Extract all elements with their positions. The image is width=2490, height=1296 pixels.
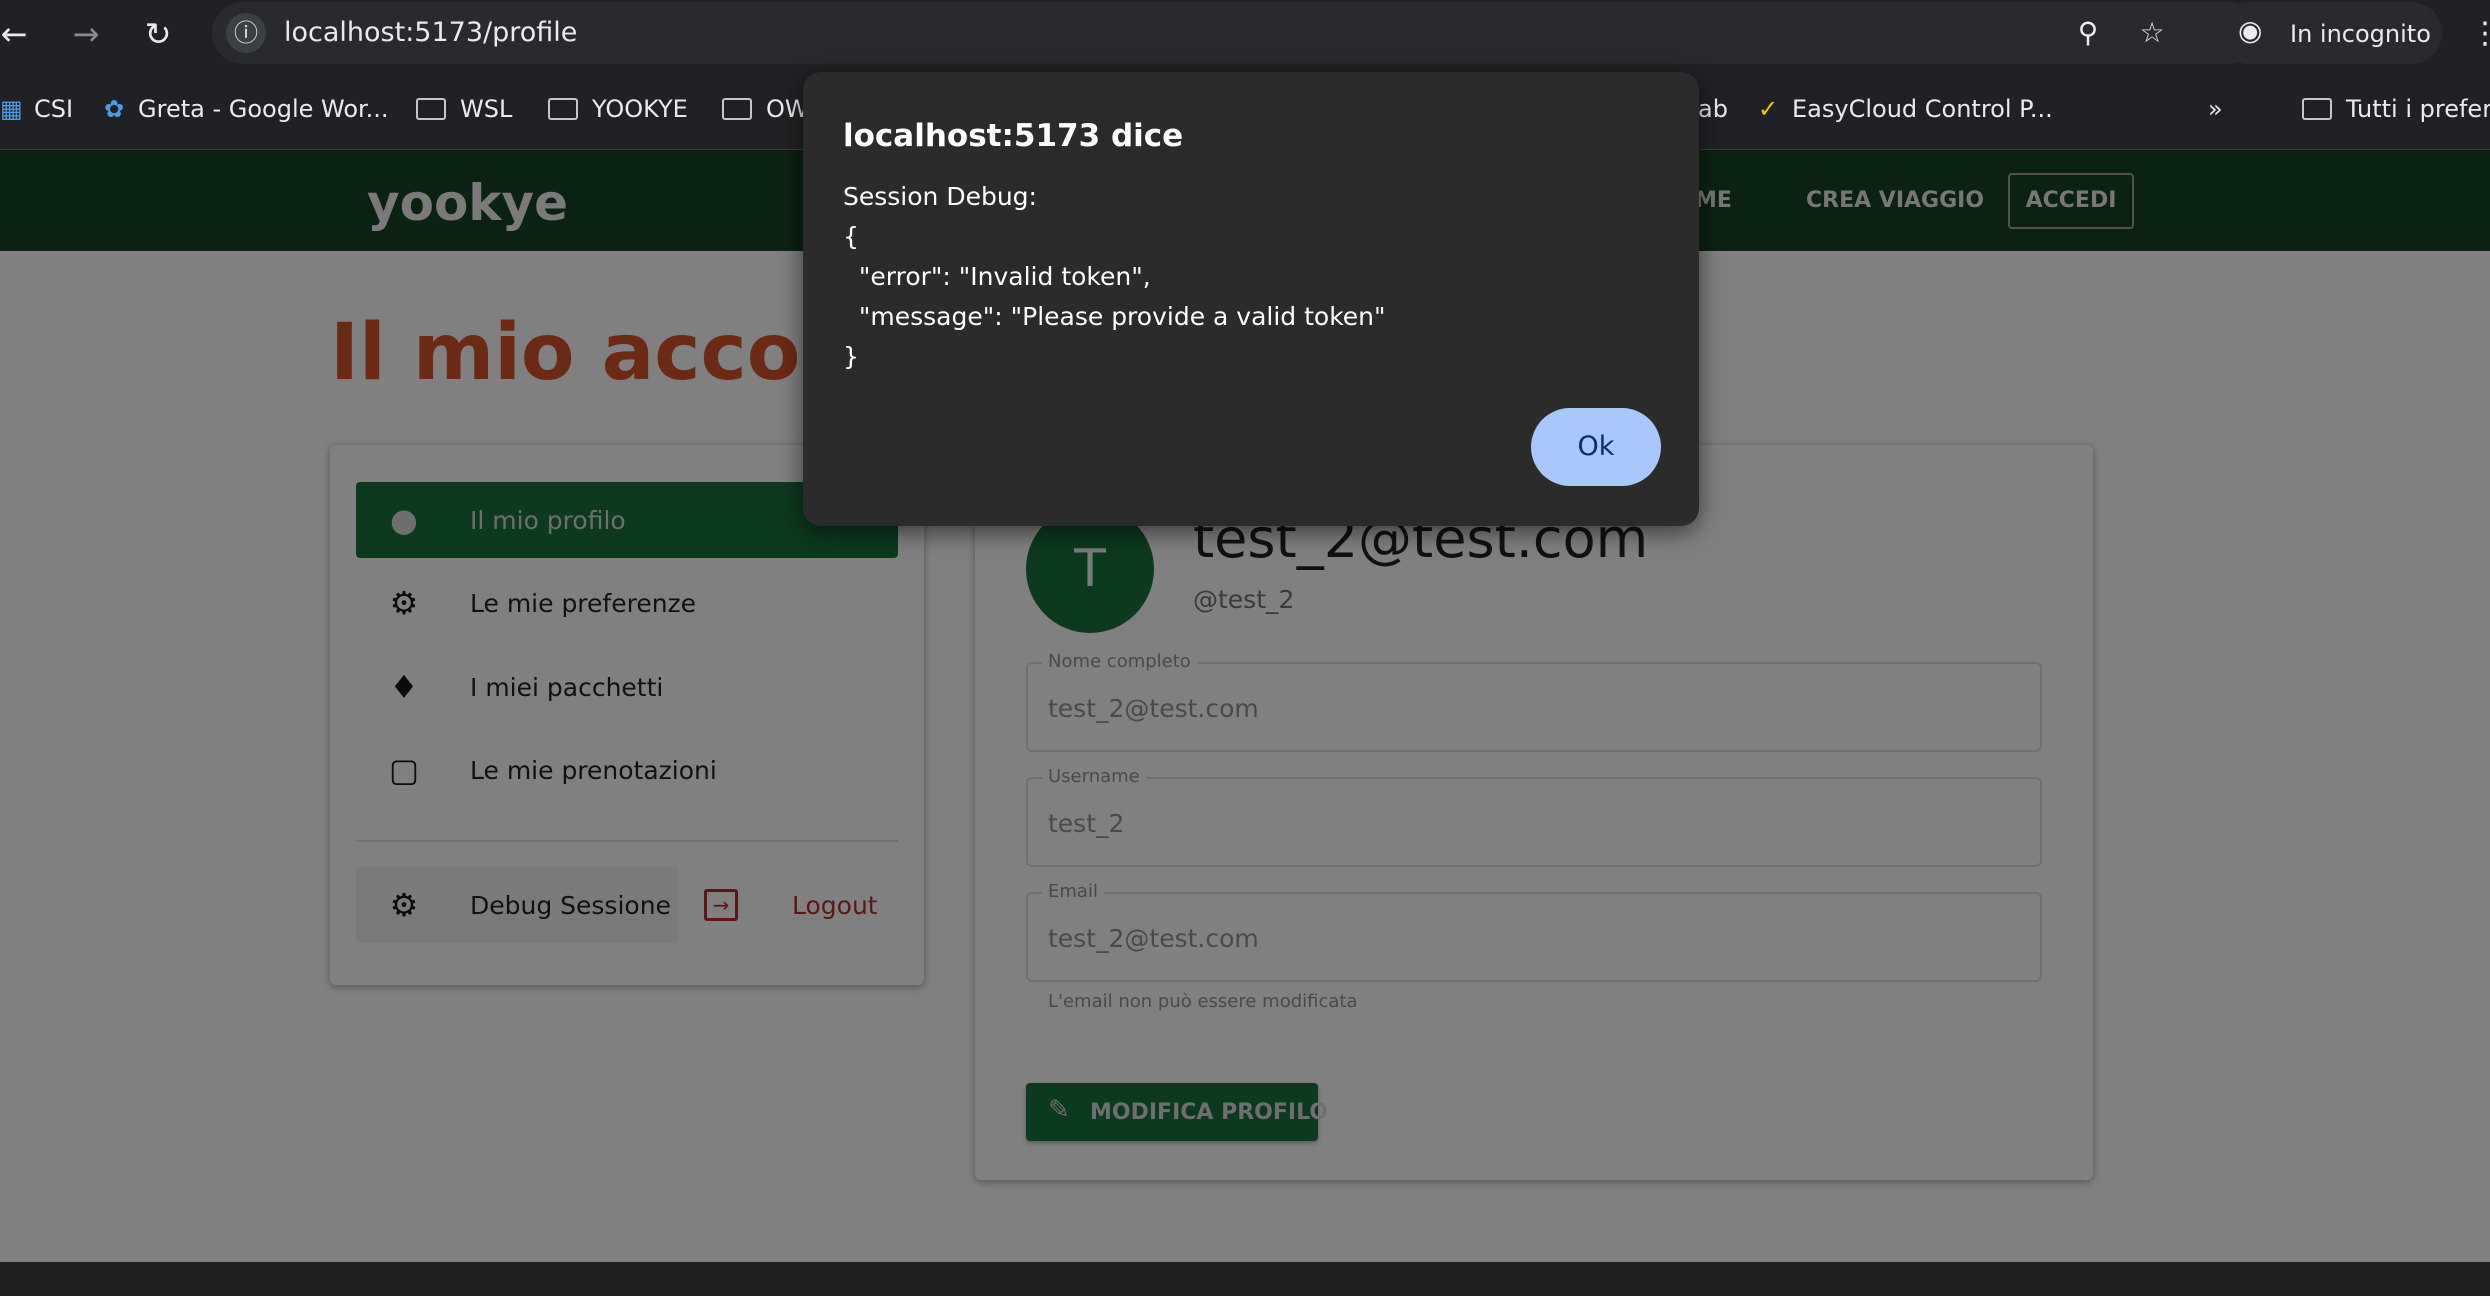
folder-icon bbox=[2302, 98, 2332, 120]
logout-icon[interactable]: → bbox=[704, 889, 738, 921]
login-button[interactable]: ACCEDI bbox=[2008, 173, 2134, 229]
bookmark-lab[interactable]: ab bbox=[1698, 90, 1728, 128]
profile-card: T test_2@test.com @test_2 Nome completo … bbox=[975, 445, 2093, 1180]
easycloud-icon: ✓ bbox=[1758, 95, 1779, 123]
csi-icon: ▦ bbox=[0, 95, 23, 123]
dialog-message-line: Session Debug: bbox=[843, 182, 1037, 211]
dialog-message-line: { bbox=[843, 222, 859, 251]
logout-button[interactable]: Logout bbox=[792, 891, 878, 920]
browser-menu-icon[interactable]: ⋮ bbox=[2470, 10, 2490, 58]
alert-dialog: localhost:5173 dice Session Debug: { "er… bbox=[803, 72, 1699, 526]
forward-icon[interactable]: → bbox=[62, 10, 110, 58]
zoom-icon[interactable]: ⚲ bbox=[2068, 13, 2108, 53]
sidebar-item-label: Il mio profilo bbox=[470, 506, 626, 535]
dialog-title: localhost:5173 dice bbox=[843, 118, 1184, 154]
email-helper-text: L'email non può essere modificata bbox=[1048, 991, 1358, 1012]
folder-icon bbox=[416, 98, 446, 120]
incognito-label: In incognito bbox=[2290, 20, 2431, 48]
full-name-label: Nome completo bbox=[1042, 651, 1197, 672]
page-footer bbox=[0, 1262, 2490, 1296]
bookmark-folder-yookye[interactable]: YOOKYE bbox=[548, 90, 688, 128]
nav-create-trip-link[interactable]: CREA VIAGGIO bbox=[1806, 188, 1984, 213]
tag-icon: ♦ bbox=[389, 668, 419, 706]
bookmark-csi[interactable]: ▦ CSI bbox=[0, 90, 73, 128]
nav-home-link[interactable]: ME bbox=[1695, 188, 1732, 213]
sidebar-item-label: Le mie preferenze bbox=[470, 589, 697, 618]
url-text[interactable]: localhost:5173/profile bbox=[284, 17, 577, 48]
back-icon[interactable]: ← bbox=[0, 10, 38, 58]
dialog-message-line: "message": "Please provide a valid token… bbox=[843, 302, 1386, 331]
address-bar[interactable]: ⓘ localhost:5173/profile ⚲ ☆ bbox=[212, 2, 2260, 64]
edit-profile-button[interactable]: ✎ MODIFICA PROFILO bbox=[1026, 1083, 1328, 1141]
star-icon[interactable]: ☆ bbox=[2132, 13, 2172, 53]
site-info-icon[interactable]: ⓘ bbox=[226, 13, 266, 53]
sidebar-item-label: Le mie prenotazioni bbox=[470, 756, 717, 785]
sidebar-item-label: I miei pacchetti bbox=[470, 673, 664, 702]
incognito-icon: ◉ bbox=[2238, 14, 2263, 47]
incognito-indicator[interactable]: ◉ In incognito bbox=[2218, 2, 2442, 64]
sidebar-item-bookings[interactable]: ▢ Le mie prenotazioni bbox=[356, 732, 898, 808]
edit-profile-label: MODIFICA PROFILO bbox=[1090, 1100, 1329, 1125]
bookmark-icon: ▢ bbox=[388, 751, 420, 789]
reload-icon[interactable]: ↻ bbox=[134, 10, 182, 58]
debug-session-label: Debug Sessione bbox=[470, 891, 671, 920]
folder-icon bbox=[548, 98, 578, 120]
pencil-icon: ✎ bbox=[1048, 1095, 1070, 1125]
gear-icon: ⚙ bbox=[389, 886, 419, 924]
browser-toolbar: ← → ↻ ⓘ localhost:5173/profile ⚲ ☆ ◉ In … bbox=[0, 0, 2490, 68]
debug-session-button[interactable]: ⚙ Debug Sessione bbox=[356, 867, 678, 943]
folder-icon bbox=[722, 98, 752, 120]
gear-icon: ⚙ bbox=[389, 584, 419, 622]
email-label: Email bbox=[1042, 881, 1104, 902]
bookmark-folder-ow[interactable]: OW bbox=[722, 90, 809, 128]
ok-button[interactable]: Ok bbox=[1531, 408, 1661, 486]
profile-handle: @test_2 bbox=[1193, 585, 1295, 614]
email-field[interactable]: Email test_2@test.com bbox=[1026, 881, 2042, 982]
brand-logo[interactable]: yookye bbox=[367, 174, 568, 232]
email-value[interactable]: test_2@test.com bbox=[1048, 924, 1259, 953]
bookmark-folder-all[interactable]: Tutti i preferi bbox=[2302, 90, 2490, 128]
username-value[interactable]: test_2 bbox=[1048, 809, 1124, 838]
google-workspace-icon: ✿ bbox=[104, 95, 125, 123]
person-icon: ● bbox=[390, 501, 418, 539]
username-label: Username bbox=[1042, 766, 1146, 787]
bookmark-greta[interactable]: ✿ Greta - Google Wor... bbox=[104, 90, 389, 128]
full-name-field[interactable]: Nome completo test_2@test.com bbox=[1026, 651, 2042, 752]
sidebar-divider bbox=[356, 840, 898, 842]
account-sidebar: ● Il mio profilo ⚙ Le mie preferenze ♦ I… bbox=[330, 445, 924, 985]
more-bookmarks-icon[interactable]: » bbox=[2208, 90, 2223, 128]
sidebar-item-packages[interactable]: ♦ I miei pacchetti bbox=[356, 649, 898, 725]
dialog-message-line: } bbox=[843, 342, 859, 371]
sidebar-item-preferences[interactable]: ⚙ Le mie preferenze bbox=[356, 565, 898, 641]
bookmark-folder-wsl[interactable]: WSL bbox=[416, 90, 512, 128]
full-name-value[interactable]: test_2@test.com bbox=[1048, 694, 1259, 723]
dialog-message-line: "error": "Invalid token", bbox=[843, 262, 1151, 291]
bookmark-easycloud[interactable]: ✓ EasyCloud Control P... bbox=[1758, 90, 2053, 128]
username-field[interactable]: Username test_2 bbox=[1026, 766, 2042, 867]
